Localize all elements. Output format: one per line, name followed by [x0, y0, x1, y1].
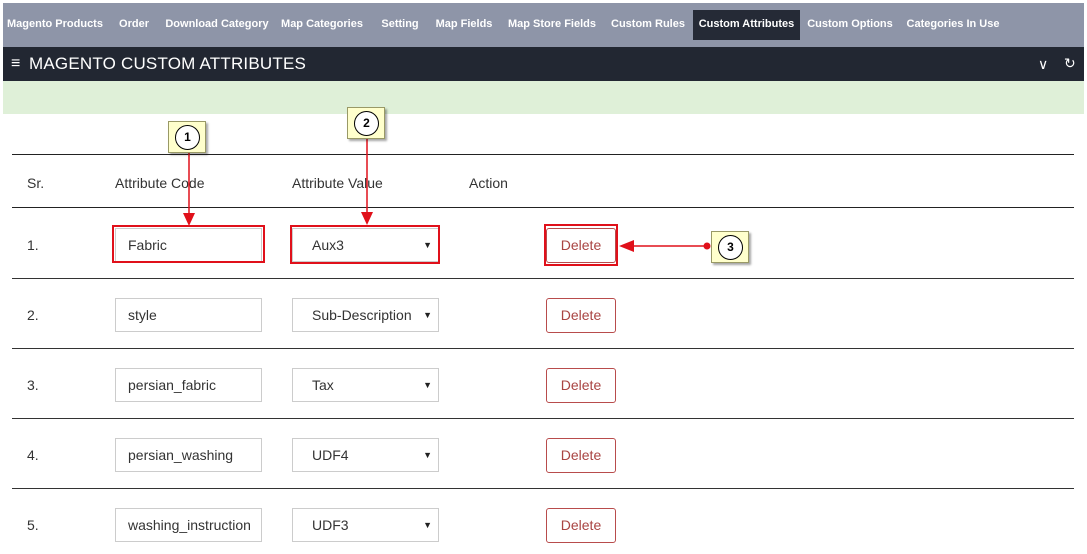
annotation-callout-1: 1	[168, 121, 206, 153]
annotation-callout-3: 3	[711, 231, 749, 263]
annotation-callout-2: 2	[347, 107, 385, 139]
callout-number: 3	[718, 235, 743, 260]
annotation-arrows	[183, 138, 711, 252]
callout-number: 1	[175, 125, 200, 150]
callout-number: 2	[354, 111, 379, 136]
